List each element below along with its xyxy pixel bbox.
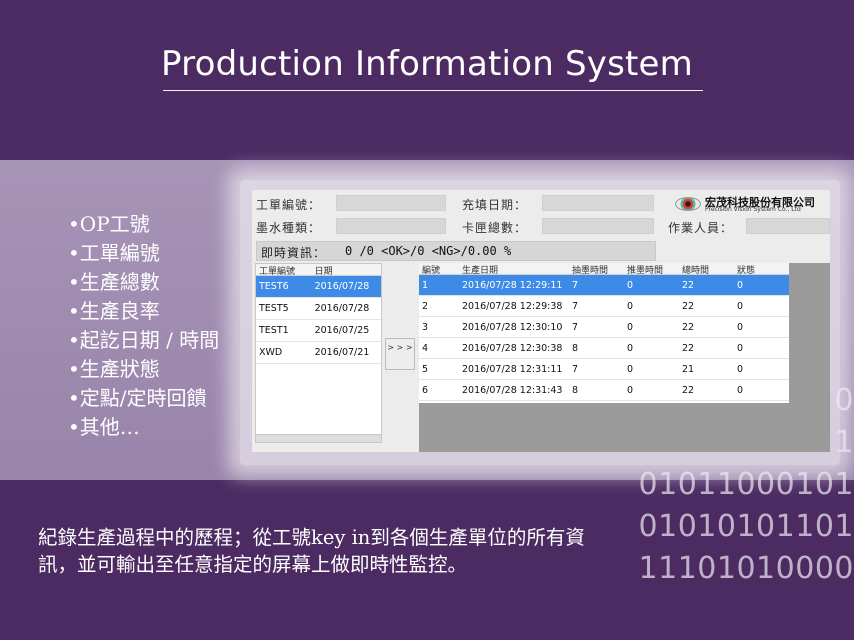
table-cell: 0 (627, 363, 634, 375)
table-cell: 2016/07/28 12:30:10 (462, 321, 563, 333)
table-cell: XWD (259, 347, 283, 358)
column-header[interactable]: 日期 (312, 264, 381, 277)
title-underline (163, 90, 703, 91)
column-header[interactable]: 總時間 (679, 263, 734, 276)
company-logo: 宏茂科技股份有限公司 Precision Vision System Co., … (675, 194, 827, 216)
table-cell: 2016/07/28 12:31:11 (462, 363, 563, 375)
table-row[interactable]: TEST6 2016/07/28 (256, 276, 381, 298)
binary-line: 01010101101 (638, 509, 854, 544)
table-cell: 0 (737, 321, 744, 333)
feature-item: •定點/定時回饋 (68, 386, 207, 410)
table-cell: 2016/07/21 (314, 347, 370, 358)
table-cell: 0 (627, 279, 634, 291)
table-cell: 8 (572, 342, 579, 354)
table-cell: 0 (627, 300, 634, 312)
work-order-field[interactable] (336, 195, 446, 211)
table-row[interactable]: 4 2016/07/28 12:30:38 8 0 22 0 (419, 338, 789, 359)
title-area: Production Information System (0, 0, 854, 160)
eye-logo-icon (675, 197, 701, 211)
table-cell: 2016/07/28 12:29:11 (462, 279, 563, 291)
fill-date-label: 充填日期： (462, 198, 528, 212)
binary-line: 1 (834, 425, 854, 460)
table-cell: 2016/07/28 12:30:38 (462, 342, 563, 354)
table-cell: 0 (627, 342, 634, 354)
work-order-label: 工單編號： (256, 198, 322, 212)
table-cell: 8 (572, 384, 579, 396)
table-cell: 4 (422, 342, 429, 354)
column-header[interactable]: 工單編號 (256, 264, 312, 277)
slide-title: Production Information System (161, 44, 693, 84)
table-row[interactable]: TEST1 2016/07/25 (256, 320, 381, 342)
cartridge-total-field[interactable] (542, 218, 654, 234)
table-cell: 2016/07/28 12:31:43 (462, 384, 563, 396)
table-cell: TEST1 (259, 325, 289, 336)
table-cell: 2 (422, 300, 429, 312)
ink-type-field[interactable] (336, 218, 446, 234)
realtime-info-bar: 即時資訊： 0 /0 <OK>/0 <NG>/0.00 % (256, 241, 656, 261)
column-header[interactable]: 生產日期 (459, 263, 569, 276)
table-cell: 0 (737, 300, 744, 312)
cartridge-total-label: 卡匣總數： (462, 221, 528, 235)
table-cell: 2016/07/28 (314, 303, 370, 314)
operator-label: 作業人員： (668, 221, 734, 235)
binary-decoration: 0 1 01011000101 01010101101 11101010000 (624, 380, 854, 590)
realtime-label: 即時資訊： (261, 246, 327, 260)
table-cell: 22 (682, 321, 695, 333)
binary-line: 01011000101 (638, 467, 854, 502)
table-cell: 7 (572, 363, 579, 375)
table-cell: 0 (737, 363, 744, 375)
binary-line: 11101010000 (638, 551, 854, 586)
table-cell: 7 (572, 321, 579, 333)
table-cell: 22 (682, 300, 695, 312)
ink-type-label: 墨水種類： (256, 221, 322, 235)
operator-field[interactable] (746, 218, 830, 234)
column-header[interactable]: 推墨時間 (624, 263, 679, 276)
table-cell: TEST6 (259, 281, 289, 292)
feature-item: •生產總數 (68, 270, 160, 294)
company-name-en: Precision Vision System Co., Ltd (705, 206, 801, 213)
table-cell: 21 (682, 363, 695, 375)
table-cell: 7 (572, 300, 579, 312)
fill-date-field[interactable] (542, 195, 654, 211)
feature-item: •生產狀態 (68, 357, 160, 381)
horizontal-scrollbar[interactable] (256, 434, 381, 442)
feature-list: •OP工號 •工單編號 •生產總數 •生產良率 •起訖日期 / 時間 •生產狀態… (68, 210, 219, 442)
table-cell: 0 (737, 342, 744, 354)
column-header[interactable]: 狀態 (734, 263, 789, 276)
table-row[interactable]: XWD 2016/07/21 (256, 342, 381, 364)
table-cell: 0 (737, 279, 744, 291)
table-cell: 6 (422, 384, 429, 396)
table-cell: 7 (572, 279, 579, 291)
column-header[interactable]: 編號 (419, 263, 459, 276)
column-header[interactable]: 抽墨時間 (569, 263, 624, 276)
feature-item: •工單編號 (68, 241, 160, 265)
feature-item: •OP工號 (68, 212, 150, 236)
table-row[interactable]: 1 2016/07/28 12:29:11 7 0 22 0 (419, 275, 789, 296)
table-cell: 3 (422, 321, 429, 333)
feature-item: •其他… (68, 415, 140, 439)
table-row[interactable]: 3 2016/07/28 12:30:10 7 0 22 0 (419, 317, 789, 338)
table-cell: 5 (422, 363, 429, 375)
slide-description: 紀錄生產過程中的歷程；從工號key in到各個生產單位的所有資訊，並可輸出至任意… (38, 526, 585, 576)
table-cell: 1 (422, 279, 429, 291)
table-row[interactable]: TEST5 2016/07/28 (256, 298, 381, 320)
table-cell: 2016/07/25 (314, 325, 370, 336)
table-cell: 2016/07/28 (314, 281, 370, 292)
realtime-value: 0 /0 <OK>/0 <NG>/0.00 % (345, 244, 512, 258)
transfer-button-label: > > > (387, 343, 413, 352)
table-cell: 0 (627, 321, 634, 333)
table-cell: 22 (682, 279, 695, 291)
table-row[interactable]: 2 2016/07/28 12:29:38 7 0 22 0 (419, 296, 789, 317)
transfer-button[interactable]: > > > (385, 338, 415, 370)
table-header: 工單編號 日期 (256, 264, 381, 277)
feature-item: •生產良率 (68, 299, 160, 323)
table-row[interactable]: 5 2016/07/28 12:31:11 7 0 21 0 (419, 359, 789, 380)
table-cell: TEST5 (259, 303, 289, 314)
binary-line: 0 (834, 383, 854, 418)
table-header: 編號 生產日期 抽墨時間 推墨時間 總時間 狀態 (419, 263, 789, 276)
table-cell: 22 (682, 342, 695, 354)
feature-item: •起訖日期 / 時間 (68, 328, 220, 352)
table-cell: 2016/07/28 12:29:38 (462, 300, 563, 312)
work-order-table: 工單編號 日期 TEST6 2016/07/28 TEST5 2016/07/2… (255, 263, 382, 443)
